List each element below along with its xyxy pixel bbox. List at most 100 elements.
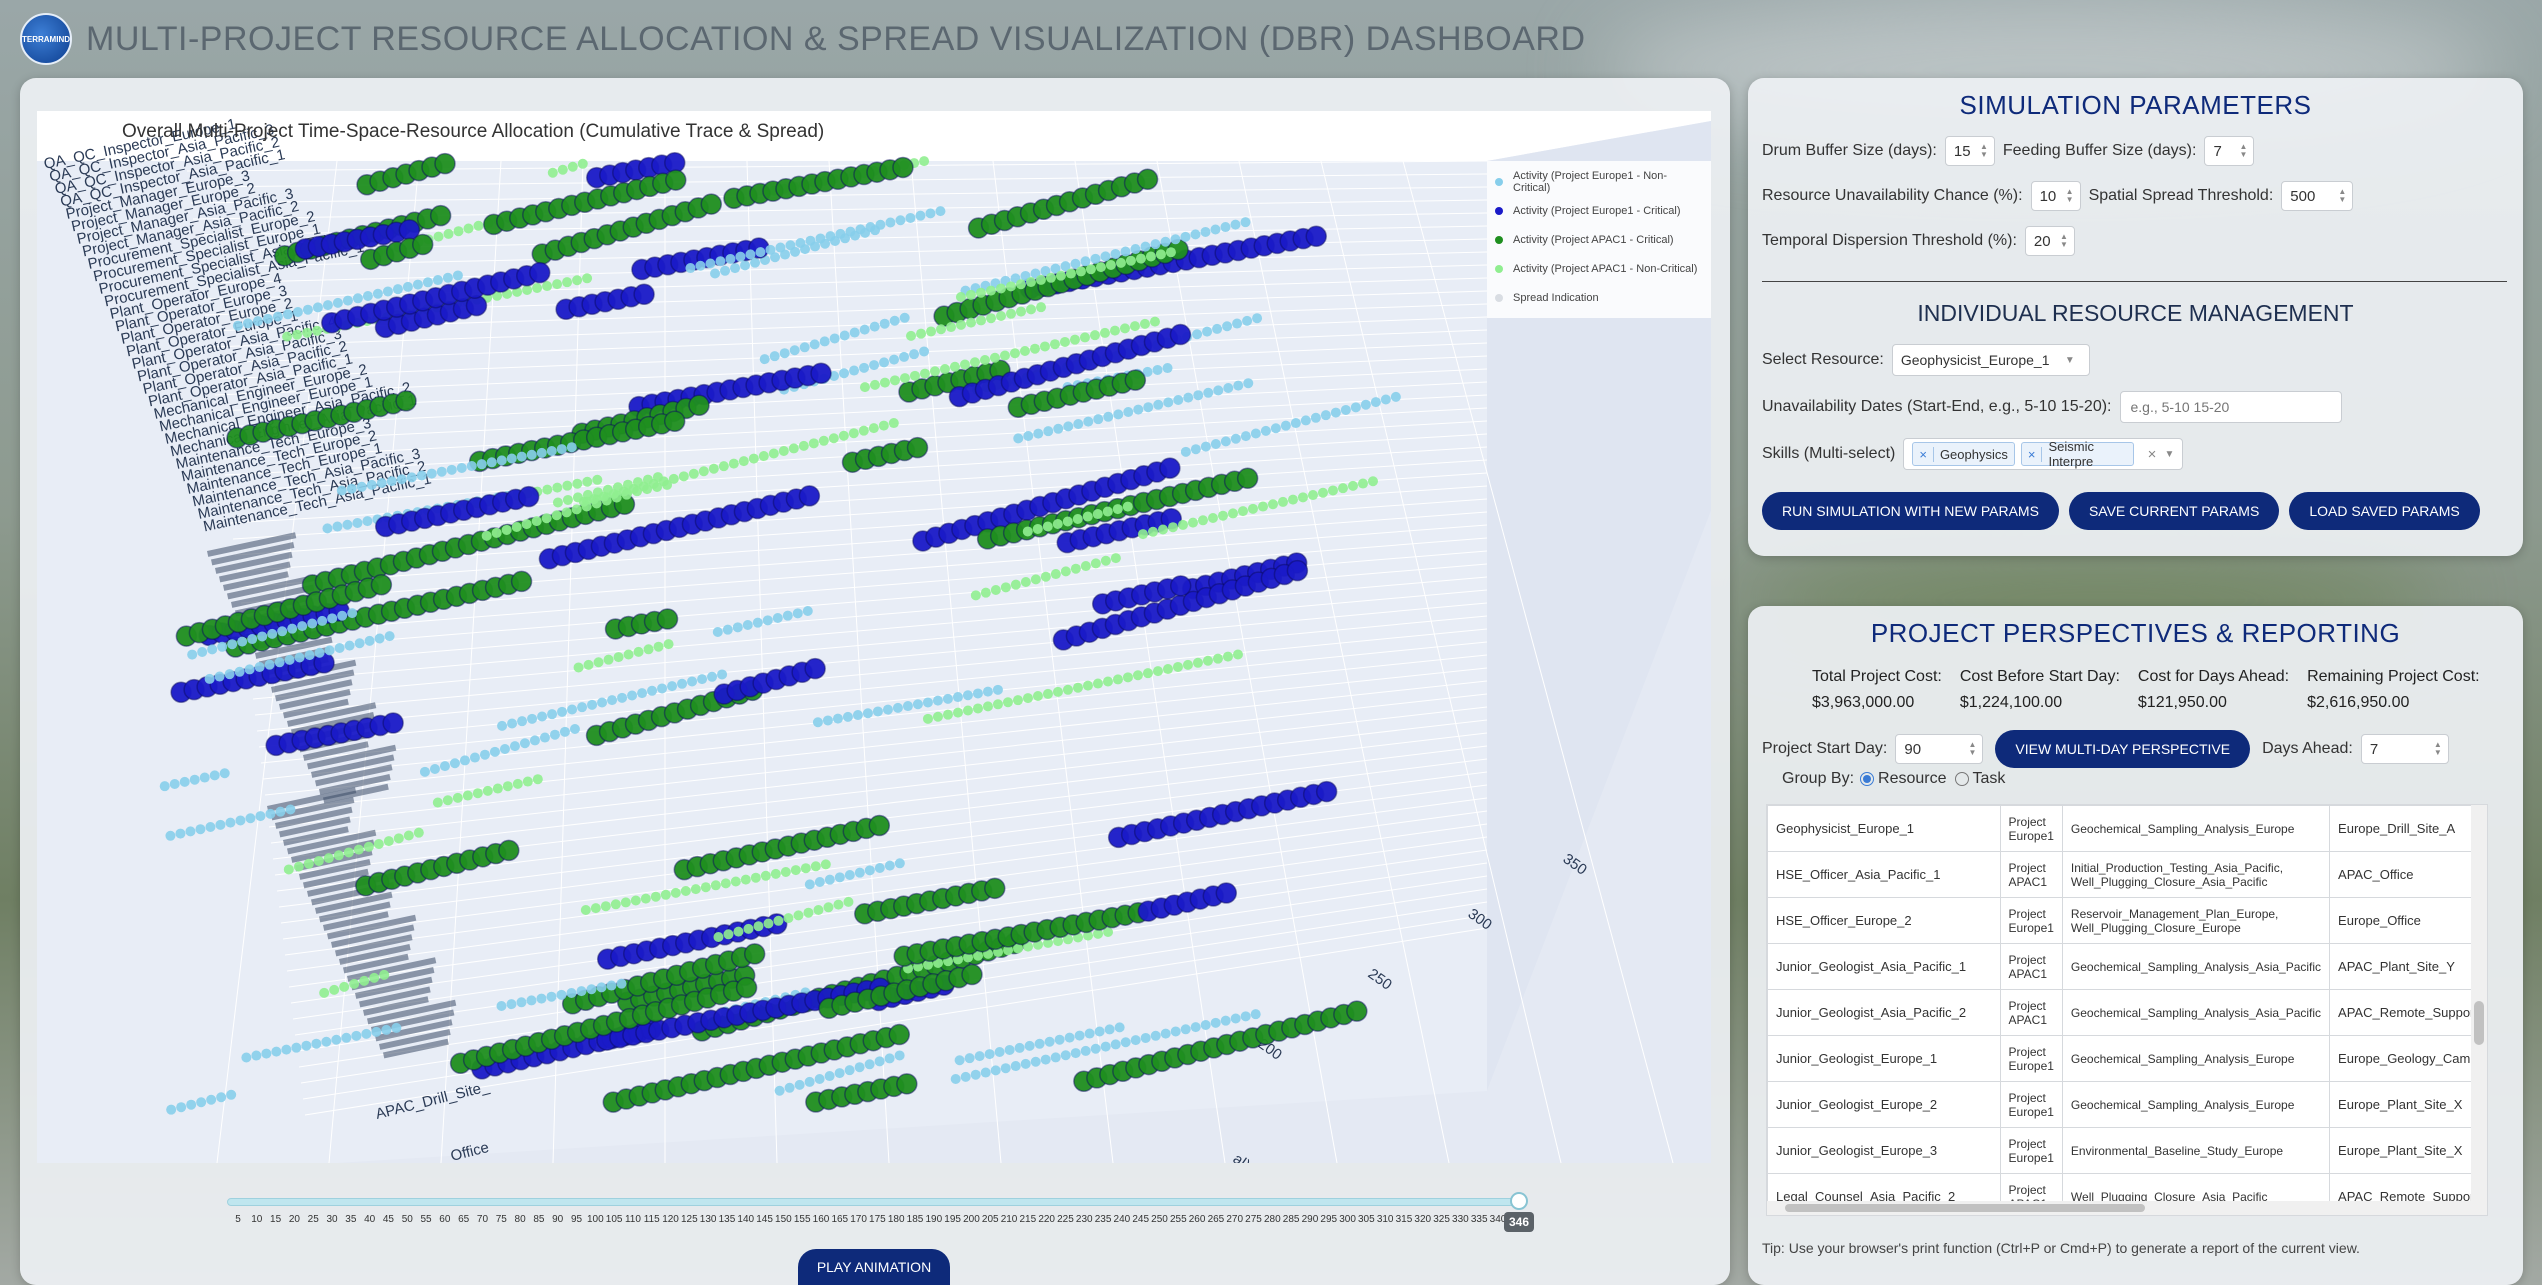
skills-multiselect[interactable]: × Geophysics × Seismic Interpre × ▼ xyxy=(1903,438,2184,470)
scatter-3d-chart[interactable]: QA_QC_Inspector_Europe_1 QA_QC_Inspector_… xyxy=(37,111,1711,1163)
unavailability-chance-input[interactable]: 10 ▲ ▼ xyxy=(2030,181,2081,211)
data-point xyxy=(1112,504,1123,515)
days-ahead-input[interactable]: 7 ▲ ▼ xyxy=(2360,734,2449,764)
table-row[interactable]: Junior_Geologist_Europe_2 Project Europe1… xyxy=(1767,1081,2487,1128)
table-row[interactable]: HSE_Officer_Europe_2 Project Europe1 Reser… xyxy=(1767,897,2487,944)
slider-tick-label: 290 xyxy=(1301,1214,1319,1225)
legend-item[interactable]: Activity (Project Europe1 - Non-Critical… xyxy=(1495,167,1703,196)
data-point xyxy=(341,1032,352,1043)
save-params-button[interactable]: SAVE CURRENT PARAMS xyxy=(2068,492,2280,530)
chevron-down-icon[interactable]: ▼ xyxy=(2164,449,2174,460)
table-row[interactable]: Geophysicist_Europe_1 Project Europe1 Geoc… xyxy=(1767,805,2487,852)
data-point xyxy=(688,394,710,417)
data-point xyxy=(509,741,520,752)
clear-icon[interactable]: × xyxy=(2148,446,2157,463)
table-row[interactable]: Junior_Geologist_Europe_3 Project Europe1… xyxy=(1767,1127,2487,1174)
data-point xyxy=(894,858,905,869)
table-row[interactable]: Junior_Geologist_Europe_1 Project Europe1… xyxy=(1767,1035,2487,1082)
data-point xyxy=(1250,428,1261,439)
spinner-icon[interactable]: ▲ ▼ xyxy=(1980,143,1988,159)
chevron-down-icon[interactable]: ▼ xyxy=(2065,355,2075,366)
data-point xyxy=(1080,561,1091,572)
legend-item[interactable]: Activity (Project APAC1 - Non-Critical) xyxy=(1495,254,1703,283)
data-point xyxy=(491,527,502,538)
unavailability-dates-input[interactable] xyxy=(2119,391,2342,423)
data-point xyxy=(859,362,870,373)
run-simulation-button[interactable]: RUN SIMULATION WITH NEW PARAMS xyxy=(1762,492,2059,530)
legend-label: Activity (Project APAC1 - Critical) xyxy=(1513,233,1674,246)
remove-tag-icon[interactable]: × xyxy=(1913,446,1934,462)
data-point xyxy=(1123,406,1134,417)
skill-tag[interactable]: × Seismic Interpre xyxy=(2020,439,2134,469)
reporting-title: PROJECT PERSPECTIVES & REPORTING xyxy=(1870,618,2401,648)
feeding-buffer-input[interactable]: 7 ▲ ▼ xyxy=(2204,136,2255,166)
data-point xyxy=(892,702,903,713)
play-animation-button[interactable]: PLAY ANIMATION xyxy=(798,1249,950,1285)
spinner-icon[interactable]: ▲ ▼ xyxy=(2060,233,2068,249)
remove-tag-icon[interactable]: × xyxy=(2022,446,2043,462)
table-row[interactable]: Junior_Geologist_Asia_Pacific_1 Project A… xyxy=(1767,943,2487,990)
data-point xyxy=(1370,397,1381,408)
report-table[interactable]: Geophysicist_Europe_1 Project Europe1 Geoc… xyxy=(1766,804,2488,1216)
table-row[interactable]: Junior_Geologist_Asia_Pacific_2 Project A… xyxy=(1767,989,2487,1036)
data-point xyxy=(577,158,588,169)
data-point xyxy=(1136,168,1159,191)
load-params-button[interactable]: LOAD SAVED PARAMS xyxy=(2289,492,2480,530)
slider-tick-label: 235 xyxy=(1094,1214,1112,1225)
data-point xyxy=(529,261,551,284)
data-point xyxy=(600,901,611,912)
data-point xyxy=(219,768,230,779)
tasks-cell: Reservoir_Management_Plan_Europe, Well_P… xyxy=(2061,897,2331,944)
data-point xyxy=(1120,246,1131,257)
vertical-scrollbar[interactable] xyxy=(2471,805,2487,1215)
spinner-icon[interactable]: ▲ ▼ xyxy=(1968,741,1976,757)
slider-track[interactable] xyxy=(227,1198,1520,1206)
scrollbar-thumb[interactable] xyxy=(2474,1001,2484,1045)
day-slider[interactable]: 5 10 15 20 25 30 35 40 45 50 55 60 65 70 75 80 85 90 95 100… xyxy=(220,1190,1535,1232)
data-point xyxy=(1074,1030,1085,1041)
horizontal-scrollbar[interactable] xyxy=(1767,1201,2473,1215)
data-point xyxy=(429,204,452,227)
resource-select[interactable]: Geophysicist_Europe_1 ▼ xyxy=(1891,344,2090,376)
data-point xyxy=(521,519,532,530)
view-multi-day-button[interactable]: VIEW MULTI-DAY PERSPECTIVE xyxy=(1995,730,2251,768)
data-point xyxy=(526,995,537,1006)
data-point xyxy=(383,836,394,847)
data-point xyxy=(446,464,457,475)
data-point xyxy=(1340,404,1351,415)
data-point xyxy=(864,865,875,876)
data-point xyxy=(1100,251,1111,262)
legend-item[interactable]: Spread Indication xyxy=(1495,283,1703,312)
tasks-cell: Geochemical_Sampling_Analysis_Europe xyxy=(2061,1081,2331,1128)
legend-item[interactable]: Activity (Project APAC1 - Critical) xyxy=(1495,225,1703,254)
logo-text: TERRAMIND xyxy=(22,34,70,44)
temporal-dispersion-input[interactable]: 20 ▲ ▼ xyxy=(2024,226,2075,256)
data-point xyxy=(1200,1019,1211,1030)
chart-canvas[interactable]: QA_QC_Inspector_Europe_1QA_QC_Inspector_… xyxy=(37,111,1711,1163)
data-point xyxy=(1145,251,1156,262)
group-by-task-radio[interactable]: Task xyxy=(1954,770,2005,788)
data-point xyxy=(189,774,200,785)
data-point xyxy=(606,980,617,991)
radio-unchecked-icon[interactable] xyxy=(1954,772,1969,786)
group-by-resource-radio[interactable]: Resource xyxy=(1860,770,1947,788)
data-point xyxy=(810,861,821,872)
data-point xyxy=(899,351,910,362)
data-point xyxy=(473,220,484,231)
data-point xyxy=(1220,222,1231,233)
skill-tag[interactable]: × Geophysics xyxy=(1912,442,2015,466)
data-point xyxy=(1200,226,1211,237)
radio-checked-icon[interactable] xyxy=(1860,772,1875,786)
slider-handle[interactable] xyxy=(1510,1192,1528,1210)
start-day-input[interactable]: 90 ▲ ▼ xyxy=(1895,734,1984,764)
spatial-spread-input[interactable]: 500 ▲ ▼ xyxy=(2281,181,2354,211)
legend-item[interactable]: Activity (Project Europe1 - Critical) xyxy=(1495,196,1703,225)
slider-tick-label: 45 xyxy=(382,1214,394,1225)
table-row[interactable]: HSE_Officer_Asia_Pacific_1 Project APAC1 I… xyxy=(1767,851,2487,898)
spinner-icon[interactable]: ▲ ▼ xyxy=(2240,143,2248,159)
drum-buffer-input[interactable]: 15 ▲ ▼ xyxy=(1944,136,1995,166)
spinner-icon[interactable]: ▲ ▼ xyxy=(2434,741,2442,757)
spinner-icon[interactable]: ▲ ▼ xyxy=(2338,188,2346,204)
scrollbar-thumb[interactable] xyxy=(1785,1204,2145,1212)
spinner-icon[interactable]: ▲ ▼ xyxy=(2066,188,2074,204)
